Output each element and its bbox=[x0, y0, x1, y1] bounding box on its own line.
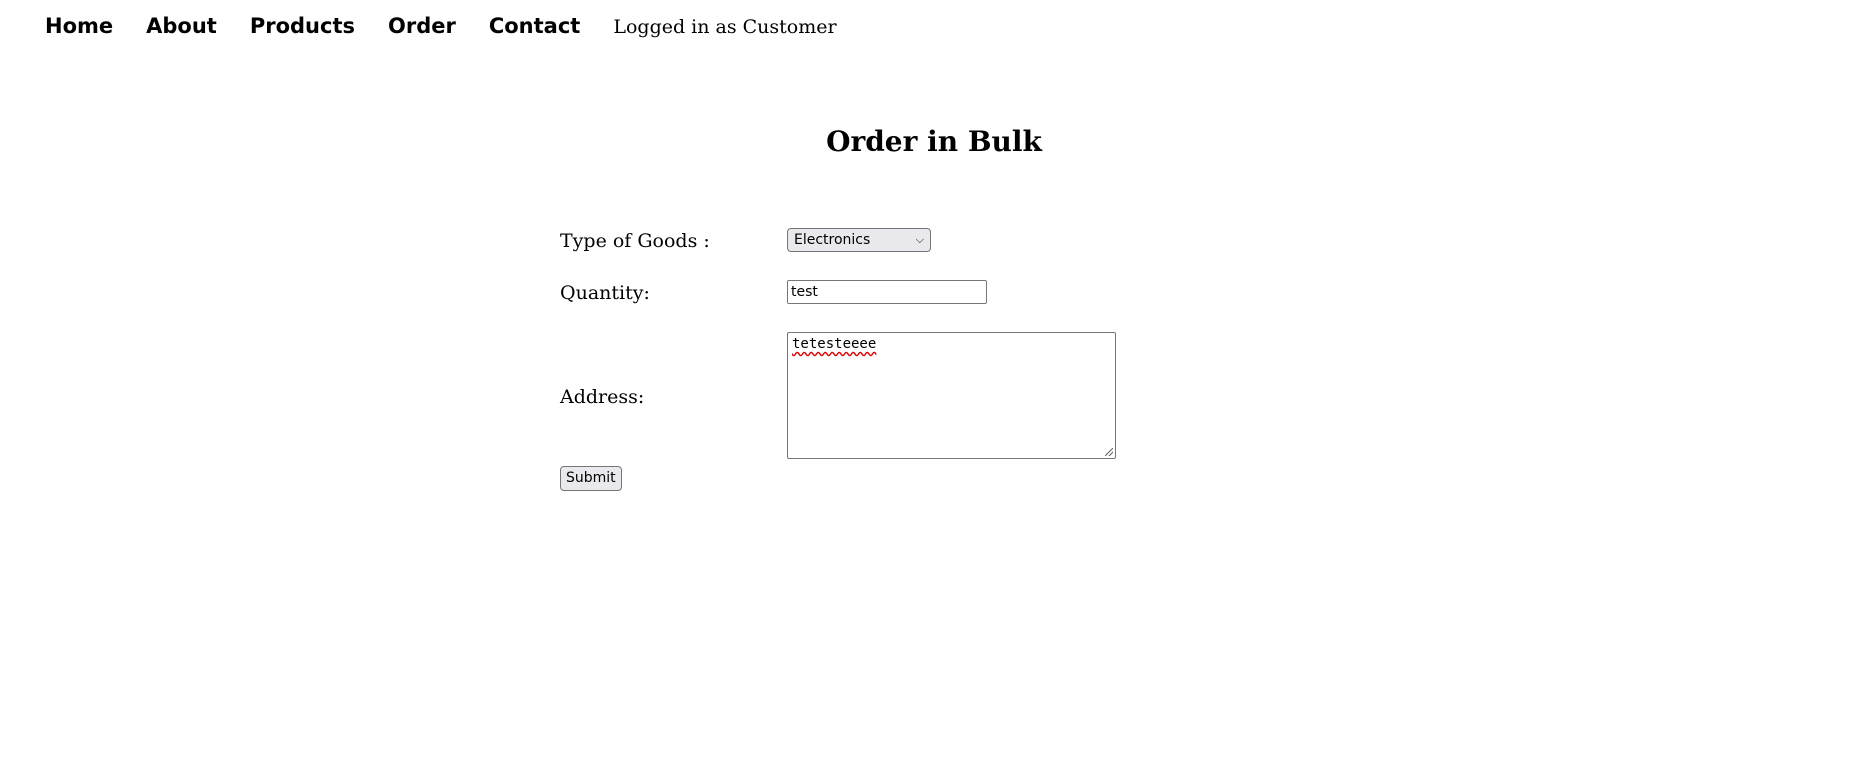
page-title: Order in Bulk bbox=[826, 125, 1042, 158]
goods-type-select[interactable]: Electronics ⌵ bbox=[787, 228, 931, 252]
login-status: Logged in as Customer bbox=[613, 16, 837, 38]
nav-contact[interactable]: Contact bbox=[489, 13, 581, 39]
resize-grip-icon[interactable] bbox=[1105, 448, 1113, 456]
goods-type-label: Type of Goods : bbox=[560, 230, 710, 252]
submit-button[interactable]: Submit bbox=[560, 466, 622, 491]
quantity-label: Quantity: bbox=[560, 282, 650, 304]
address-value: tetesteeee bbox=[792, 336, 877, 352]
nav-about[interactable]: About bbox=[146, 13, 217, 39]
chevron-down-icon: ⌵ bbox=[915, 233, 924, 246]
quantity-input[interactable]: test bbox=[787, 280, 987, 304]
nav-products[interactable]: Products bbox=[250, 13, 355, 39]
nav-order[interactable]: Order bbox=[388, 13, 456, 39]
top-nav: Home About Products Order Contact Logged… bbox=[45, 13, 837, 40]
address-label: Address: bbox=[560, 386, 645, 408]
quantity-value: test bbox=[791, 284, 818, 300]
goods-type-selected: Electronics bbox=[794, 232, 871, 248]
address-textarea[interactable]: tetesteeee bbox=[787, 332, 1116, 459]
nav-home[interactable]: Home bbox=[45, 13, 113, 39]
